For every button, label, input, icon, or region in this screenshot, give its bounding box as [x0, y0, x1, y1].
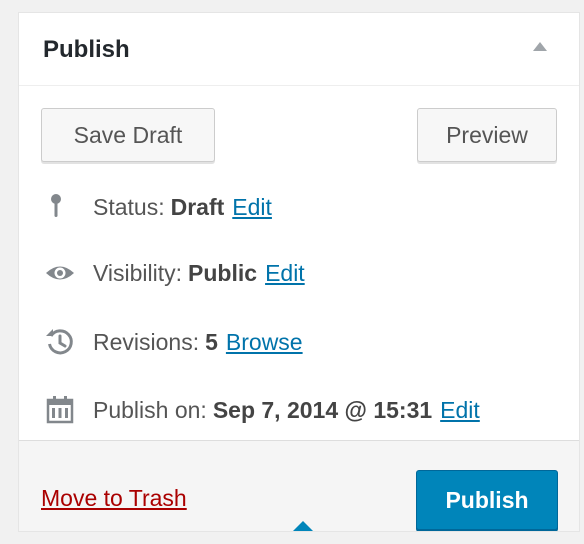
publish-metabox: Publish Save Draft Preview Status: Draft…	[18, 12, 580, 532]
status-row: Status: Draft Edit	[45, 190, 272, 224]
revisions-browse-link[interactable]: Browse	[226, 329, 303, 356]
publish-on-label: Publish on:	[93, 396, 207, 423]
status-edit-link[interactable]: Edit	[232, 194, 272, 221]
metabox-footer: Move to Trash Publish	[19, 440, 579, 531]
status-value: Draft	[170, 193, 225, 220]
preview-button[interactable]: Preview	[417, 108, 557, 162]
publish-on-row: Publish on: Sep 7, 2014 @ 15:31 Edit	[45, 393, 480, 427]
revisions-row: Revisions: 5 Browse	[45, 325, 303, 359]
tooltip-pointer	[291, 521, 315, 531]
metabox-title: Publish	[43, 36, 130, 63]
revisions-count: 5	[205, 328, 218, 355]
visibility-label: Visibility:	[93, 259, 183, 286]
save-draft-button[interactable]: Save Draft	[41, 108, 215, 162]
publish-button[interactable]: Publish	[416, 470, 558, 530]
status-label: Status:	[93, 193, 165, 220]
triangle-up-icon[interactable]	[533, 42, 547, 51]
publish-on-edit-link[interactable]: Edit	[440, 397, 480, 424]
history-icon	[45, 327, 75, 357]
revisions-label: Revisions:	[93, 328, 200, 355]
pin-icon	[45, 192, 75, 222]
visibility-value: Public	[188, 259, 258, 286]
visibility-row: Visibility: Public Edit	[45, 256, 305, 290]
eye-icon	[45, 258, 75, 288]
metabox-header: Publish	[19, 13, 579, 86]
publish-on-date: Sep 7, 2014 @ 15:31	[212, 396, 433, 423]
visibility-edit-link[interactable]: Edit	[265, 260, 305, 287]
move-to-trash-link[interactable]: Move to Trash	[41, 485, 187, 512]
calendar-icon	[45, 395, 75, 425]
